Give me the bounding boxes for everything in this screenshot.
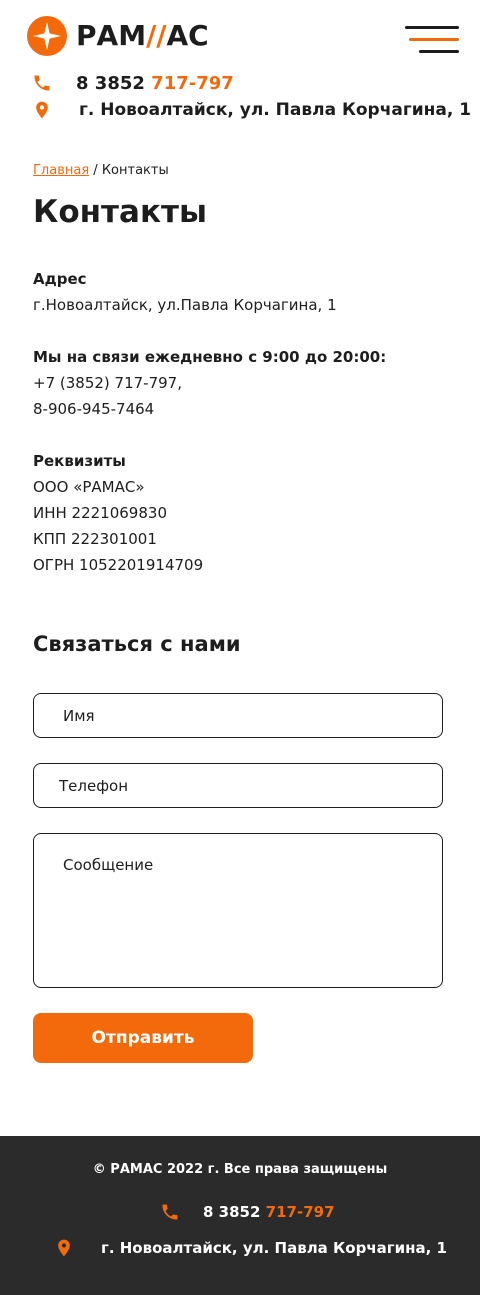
- address-value: г.Новоалтайск, ул.Павла Корчагина, 1: [33, 296, 337, 314]
- phone-icon: [162, 1204, 178, 1220]
- location-pin-icon: [58, 1239, 70, 1257]
- name-input[interactable]: [33, 693, 443, 738]
- header-phone-text: 8 3852 717-797: [76, 72, 234, 94]
- header-address-text: г. Новоалтайск, ул. Павла Корчагина, 1: [79, 100, 472, 120]
- footer-phone-text: 8 3852 717-797: [203, 1203, 335, 1221]
- page-title: Контакты: [33, 194, 207, 230]
- requisites-block: Реквизиты ООО «РАМАС» ИНН 2221069830 КПП…: [33, 448, 203, 578]
- site-footer: © РАМАС 2022 г. Все права защищены 8 385…: [0, 1136, 480, 1295]
- logo-flame-mark: //: [146, 19, 167, 52]
- contact-phone-2[interactable]: 8-906-945-7464: [33, 396, 386, 422]
- message-textarea[interactable]: [33, 833, 443, 988]
- contact-form-title: Связаться с нами: [33, 632, 241, 656]
- company-name: ООО «РАМАС»: [33, 478, 145, 496]
- ogrn-value: ОГРН 1052201914709: [33, 556, 204, 574]
- address-block: Адрес г.Новоалтайск, ул.Павла Корчагина,…: [33, 266, 337, 318]
- requisites-heading: Реквизиты: [33, 452, 126, 470]
- contact-phone-1[interactable]: +7 (3852) 717-797,: [33, 370, 386, 396]
- phone-input[interactable]: [33, 763, 443, 808]
- burger-menu-icon[interactable]: [404, 26, 459, 56]
- breadcrumb-separator: /: [89, 163, 102, 178]
- header-phone[interactable]: 8 3852 717-797: [32, 71, 234, 95]
- inn-value: ИНН 2221069830: [33, 504, 167, 522]
- breadcrumb-home-link[interactable]: Главная: [33, 163, 89, 178]
- breadcrumb: Главная / Контакты: [33, 163, 169, 178]
- location-pin-icon: [36, 101, 48, 119]
- footer-address-text: г. Новоалтайск, ул. Павла Корчагина, 1: [101, 1239, 447, 1257]
- logo-text: РАМ//АС: [76, 19, 209, 52]
- footer-address: г. Новоалтайск, ул. Павла Корчагина, 1: [54, 1236, 447, 1260]
- copyright-text: © РАМАС 2022 г. Все права защищены: [92, 1162, 388, 1177]
- footer-phone[interactable]: 8 3852 717-797: [160, 1200, 335, 1224]
- hours-heading: Мы на связи ежедневно с 9:00 до 20:00:: [33, 348, 387, 366]
- site-header: РАМ//АС 8 3852 717-797 г. Новоалтайск, у…: [0, 0, 480, 150]
- header-address: г. Новоалтайск, ул. Павла Корчагина, 1: [32, 98, 471, 122]
- breadcrumb-current: Контакты: [101, 163, 169, 178]
- phone-icon: [34, 75, 50, 91]
- logo[interactable]: РАМ//АС: [27, 16, 262, 56]
- hours-block: Мы на связи ежедневно с 9:00 до 20:00: +…: [33, 344, 386, 422]
- kpp-value: КПП 222301001: [33, 530, 157, 548]
- logo-star-icon: [27, 16, 67, 56]
- submit-button[interactable]: Отправить: [33, 1013, 253, 1063]
- address-heading: Адрес: [33, 270, 87, 288]
